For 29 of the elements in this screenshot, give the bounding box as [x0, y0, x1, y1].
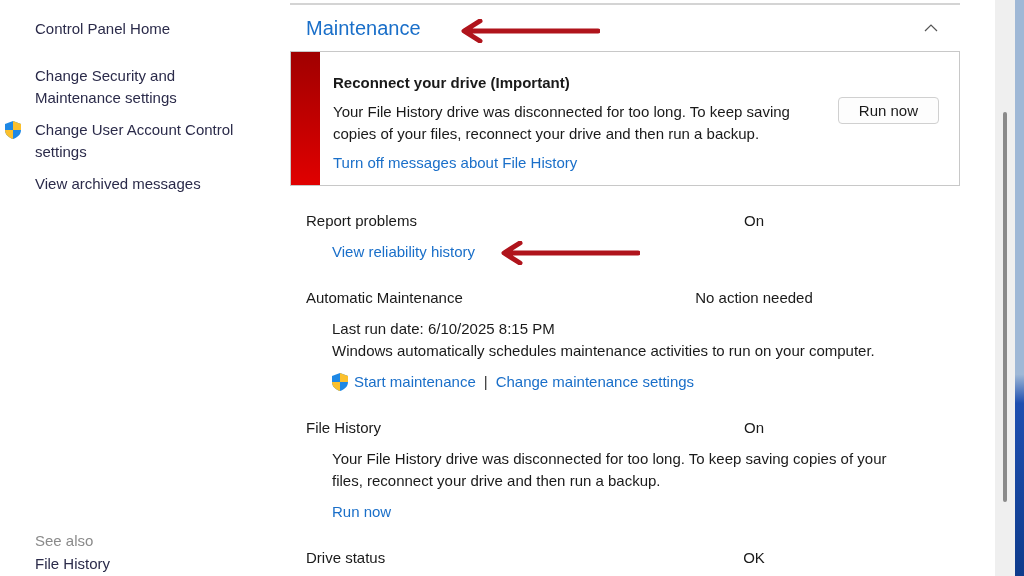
status-label: File History	[306, 418, 382, 438]
chevron-icon[interactable]	[924, 24, 938, 32]
status-value: No action needed	[694, 288, 814, 308]
control-panel-home-link[interactable]: Control Panel Home	[35, 18, 290, 40]
detail-link[interactable]: View reliability history	[332, 243, 476, 260]
turn-off-messages-link[interactable]: Turn off messages about File History	[333, 152, 578, 174]
sidebar-link[interactable]: Change User Account Control settings	[35, 119, 250, 163]
status-label: Automatic Maintenance	[306, 288, 464, 308]
detail-text: Your File History drive was disconnected for too long. To keep saving copies of your files, reconnect your drive and then run a backup.	[332, 449, 888, 491]
alert-title: Reconnect your drive (Important)	[333, 73, 571, 93]
status-label: Drive status	[306, 548, 387, 568]
status-value: On	[743, 211, 765, 231]
alert-message: Your File History drive was disconnected for too long. To keep saving copies of your files, reconnect your drive and then run a backup.	[333, 102, 791, 144]
status-value: OK	[742, 548, 766, 568]
detail-link[interactable]: Run now	[332, 503, 392, 520]
scrollbar-thumb[interactable]	[1003, 112, 1007, 502]
separator: |	[483, 372, 488, 392]
detail-text: Windows automatically schedules maintenance activities to run on your computer.	[332, 341, 876, 361]
action-link[interactable]: Change maintenance settings	[495, 371, 695, 393]
run-now-button[interactable]: Run now	[837, 97, 939, 124]
detail-text: Last run date: 6/10/2025 8:15 PM	[332, 319, 556, 339]
section-title: Maintenance	[306, 16, 421, 40]
status-label: Report problems	[306, 211, 418, 231]
status-value: On	[743, 418, 765, 438]
see-also-link[interactable]: File History	[35, 554, 290, 574]
action-link[interactable]: Start maintenance	[354, 371, 476, 393]
sidebar-link[interactable]: View archived messages	[35, 173, 250, 195]
sidebar-link[interactable]: Change Security and Maintenance settings	[35, 65, 250, 109]
see-also-heading: See also	[35, 531, 95, 551]
